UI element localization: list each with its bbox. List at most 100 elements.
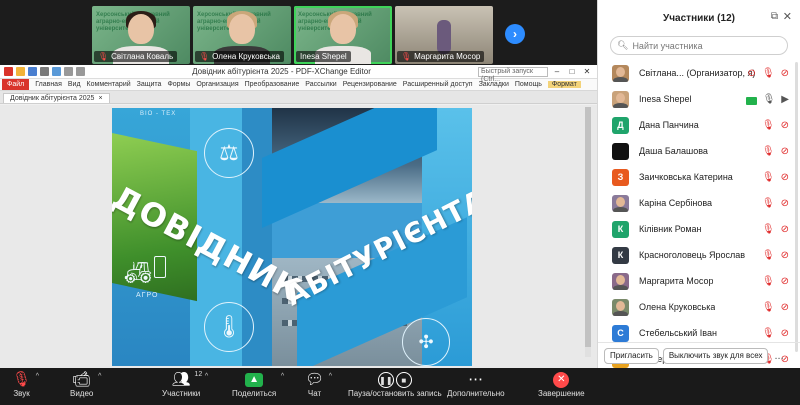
ribbon-tab-mailing[interactable]: Рассылки	[305, 81, 336, 88]
participant-row[interactable]: Олена Круковська 🎙︎ ⊘	[598, 294, 800, 320]
tile-nameplate: 🎙︎ Олена Круковська	[195, 51, 285, 62]
undo-icon[interactable]	[64, 67, 73, 76]
ribbon-tab-bookmarks[interactable]: Закладки	[479, 81, 509, 88]
mic-off-icon[interactable]: 🎙︎	[762, 198, 775, 209]
more-button[interactable]: ⋯ Дополнительно	[447, 371, 505, 398]
camera-off-icon[interactable]: ⊘	[781, 276, 789, 287]
close-tab-icon[interactable]: ×	[98, 95, 102, 102]
maximize-icon[interactable]: □	[566, 67, 578, 76]
mute-all-button[interactable]: Выключить звук для всех	[662, 347, 769, 364]
ribbon-tab-help[interactable]: Помощь	[515, 81, 542, 88]
camera-off-icon[interactable]: ⊘	[781, 250, 789, 261]
camera-off-icon[interactable]: ⊘	[781, 328, 789, 339]
pause-recording-icon[interactable]: ❚❚	[377, 372, 394, 388]
participant-row[interactable]: Даша Балашова 🎙︎ ⊘	[598, 138, 800, 164]
save-icon[interactable]	[28, 67, 37, 76]
video-tile[interactable]: Херсонський державний аграрно-економічни…	[92, 6, 190, 64]
participant-row[interactable]: Inesa Shepel 🎙︎ ▶	[598, 86, 800, 112]
more-options-icon[interactable]: ...	[774, 350, 783, 362]
mic-on-icon[interactable]: 🎙︎	[763, 94, 776, 105]
camera-off-icon[interactable]: ⊘	[781, 224, 789, 235]
redo-icon[interactable]	[76, 67, 85, 76]
chevron-up-icon[interactable]: ^	[36, 373, 39, 380]
participant-row[interactable]: Каріна Сербінова 🎙︎ ⊘	[598, 190, 800, 216]
print-icon[interactable]	[40, 67, 49, 76]
ribbon-tab-protect[interactable]: Защита	[137, 81, 162, 88]
unmute-button[interactable]: 🎙︎ Звук ^	[12, 371, 39, 398]
popout-icon[interactable]: ⧉	[771, 11, 778, 22]
ribbon-tab-share[interactable]: Расширенный доступ	[403, 81, 473, 88]
participants-label: Участники	[162, 389, 201, 398]
tile-name: Inesa Shepel	[300, 52, 347, 61]
open-folder-icon[interactable]	[16, 67, 25, 76]
chevron-up-icon[interactable]: ^	[98, 373, 101, 380]
chevron-up-icon[interactable]: ^	[281, 373, 284, 380]
camera-off-icon[interactable]: ⊘	[781, 120, 789, 131]
participant-row[interactable]: Світлана... (Организатор, я) ⊙ 🎙︎ ⊘	[598, 60, 800, 86]
mic-off-icon[interactable]: 🎙︎	[762, 276, 775, 287]
camera-off-icon[interactable]: ⊘	[781, 198, 789, 209]
search-input[interactable]	[632, 40, 783, 51]
camera-off-icon[interactable]: ⊘	[781, 68, 789, 79]
screen-share-icon	[745, 96, 757, 105]
ribbon-tab-comment[interactable]: Комментарий	[87, 81, 131, 88]
ribbon-tab-view[interactable]: Вид	[68, 81, 81, 88]
ribbon-tab-home[interactable]: Главная	[35, 81, 62, 88]
camera-off-icon[interactable]: ⊘	[781, 302, 789, 313]
next-page-arrow-icon[interactable]: ›	[505, 24, 525, 44]
camera-off-icon[interactable]: ⊘	[781, 172, 789, 183]
avatar: З	[612, 168, 629, 186]
participants-button[interactable]: 👥︎ 12 Участники ^	[162, 371, 208, 398]
participant-row[interactable]: Маргарита Мосор 🎙︎ ⊘	[598, 268, 800, 294]
video-tile[interactable]: Херсонський державний аграрно-економічни…	[193, 6, 291, 64]
invite-button[interactable]: Пригласить	[604, 347, 659, 364]
ribbon-tab-forms[interactable]: Формы	[167, 81, 190, 88]
minimize-icon[interactable]: –	[551, 67, 563, 76]
mic-off-icon[interactable]: 🎙︎	[762, 68, 775, 79]
editor-titlebar: Довідник абітурієнта 2025 - PDF-XChange …	[0, 65, 597, 83]
video-button[interactable]: 📹︎ Видео ^	[70, 371, 101, 398]
participant-row[interactable]: З Заичковська Катерина 🎙︎ ⊘	[598, 164, 800, 190]
participant-row[interactable]: Д Дана Панчина 🎙︎ ⊘	[598, 112, 800, 138]
mic-off-icon[interactable]: 🎙︎	[762, 146, 775, 157]
chevron-up-icon[interactable]: ^	[205, 373, 208, 380]
camera-off-icon[interactable]: ⊘	[781, 146, 789, 157]
share-screen-button[interactable]: ▲ Поделиться ^	[232, 371, 284, 398]
participant-row[interactable]: К Красноголовець Ярослав 🎙︎ ⊘	[598, 242, 800, 268]
email-icon[interactable]	[52, 67, 61, 76]
mic-off-icon[interactable]: 🎙︎	[762, 172, 775, 183]
mic-off-icon[interactable]: 🎙︎	[762, 302, 775, 313]
ribbon-tab-convert[interactable]: Преобразование	[245, 81, 300, 88]
panel-scrollbar[interactable]	[795, 62, 798, 352]
end-meeting-button[interactable]: ✕ Завершение	[538, 371, 585, 398]
vertical-scrollbar[interactable]	[585, 107, 591, 357]
mic-off-icon[interactable]: 🎙︎	[762, 224, 775, 235]
video-tile[interactable]: 🎙︎ Маргарита Мосор	[395, 6, 493, 64]
quick-launch-search[interactable]: Быстрый запуск (Ctrl...	[478, 66, 548, 83]
record-controls[interactable]: ❚❚ ■ Пауза/остановить запись	[348, 371, 442, 398]
mic-off-icon[interactable]: 🎙︎	[762, 328, 775, 339]
document-viewport[interactable]: BIO - TEX ⚖ ДОВІДНИК АБІТУРІЄНТА 🚜︎ АГРО…	[0, 105, 597, 368]
participant-row[interactable]: К Кілівник Роман 🎙︎ ⊘	[598, 216, 800, 242]
chevron-up-icon[interactable]: ^	[329, 373, 332, 380]
document-tab[interactable]: Довідник абітурієнта 2025 ×	[3, 93, 110, 103]
unmute-label: Звук	[13, 389, 30, 398]
ribbon-tab-review[interactable]: Рецензирование	[343, 81, 397, 88]
stop-recording-icon[interactable]: ■	[395, 372, 412, 388]
tile-nameplate: 🎙︎ Світлана Коваль	[94, 51, 178, 62]
avatar	[612, 194, 629, 212]
avatar: Д	[612, 116, 629, 134]
ribbon-tab-file[interactable]: Файл	[2, 79, 30, 90]
mic-off-icon[interactable]: 🎙︎	[762, 250, 775, 261]
camera-on-icon[interactable]: ▶	[781, 94, 789, 105]
close-icon[interactable]: ✕	[783, 10, 792, 23]
video-tile-active-speaker[interactable]: Херсонський державний аграрно-економічни…	[294, 6, 392, 64]
ribbon-tab-format[interactable]: Формат	[547, 81, 581, 88]
chat-button[interactable]: 💬︎ Чат ^	[305, 371, 332, 398]
ribbon-tab-organize[interactable]: Организация	[196, 81, 238, 88]
avatar	[612, 142, 629, 160]
participants-panel: Участники (12) ⧉ ✕ 🔍︎ Світлана... (Орган…	[597, 0, 800, 368]
scales-icon: ⚖	[204, 128, 254, 178]
mic-off-icon[interactable]: 🎙︎	[762, 120, 775, 131]
close-icon[interactable]: ✕	[581, 67, 593, 76]
